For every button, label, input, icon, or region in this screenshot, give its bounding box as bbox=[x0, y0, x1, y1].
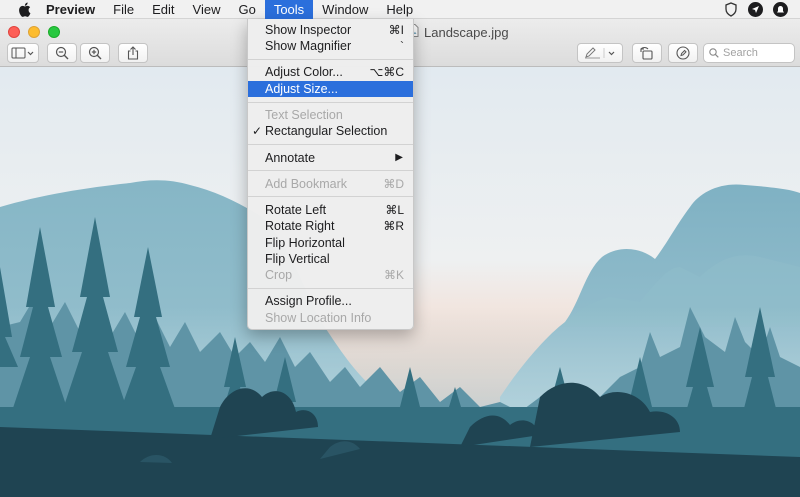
pen-icon bbox=[585, 47, 615, 59]
menu-separator bbox=[248, 288, 413, 289]
menu-preview[interactable]: Preview bbox=[46, 0, 104, 19]
shortcut-label: ⌘I bbox=[388, 23, 404, 37]
menu-item-show-inspector[interactable]: Show Inspector ⌘I bbox=[248, 22, 413, 38]
search-field[interactable] bbox=[703, 43, 795, 63]
menu-go[interactable]: Go bbox=[229, 0, 264, 19]
shortcut-label: ⌘L bbox=[385, 203, 404, 217]
menu-item-text-selection: Text Selection bbox=[265, 108, 343, 122]
shortcut-label: ⌘D bbox=[383, 177, 404, 191]
location-arrow-icon[interactable] bbox=[748, 2, 763, 17]
menu-item-crop: Crop ⌘K bbox=[265, 268, 404, 282]
menu-item-assign-profile[interactable]: Assign Profile... bbox=[248, 293, 413, 309]
shortcut-label: ⌘R bbox=[383, 219, 404, 233]
rotate-icon bbox=[640, 46, 653, 60]
sidebar-toggle-button[interactable] bbox=[7, 43, 39, 63]
shield-icon[interactable] bbox=[723, 2, 738, 17]
menu-separator bbox=[248, 102, 413, 103]
status-area bbox=[723, 0, 800, 19]
markup-pen-button[interactable] bbox=[577, 43, 623, 63]
menu-bar: Preview File Edit View Go Tools Window H… bbox=[0, 0, 800, 19]
markup-icon bbox=[676, 46, 690, 60]
zoom-out-icon bbox=[55, 46, 69, 60]
menu-file[interactable]: File bbox=[104, 0, 143, 19]
menu-tools[interactable]: Tools bbox=[264, 0, 314, 19]
menu-item-adjust-size[interactable]: Adjust Size... bbox=[248, 81, 413, 97]
minimize-button[interactable] bbox=[28, 26, 40, 38]
menu-help[interactable]: Help bbox=[377, 0, 422, 19]
menu-separator bbox=[248, 144, 413, 145]
window-controls bbox=[8, 26, 60, 38]
rotate-button[interactable] bbox=[632, 43, 662, 63]
menu-item-flip-vertical[interactable]: Flip Vertical bbox=[248, 251, 413, 267]
menu-item-add-bookmark: Add Bookmark ⌘D bbox=[265, 177, 404, 191]
menu-item-show-location-info: Show Location Info bbox=[265, 311, 372, 325]
menu-separator bbox=[248, 196, 413, 197]
markup-toolbar-button[interactable] bbox=[668, 43, 698, 63]
window-title-text: Landscape.jpg bbox=[424, 24, 509, 40]
tools-menu: Show Inspector ⌘I Show Magnifier ` Adjus… bbox=[247, 19, 414, 330]
close-button[interactable] bbox=[8, 26, 20, 38]
shortcut-label: ⌘K bbox=[383, 268, 404, 282]
menu-item-show-magnifier[interactable]: Show Magnifier ` bbox=[248, 38, 413, 54]
notification-icon[interactable] bbox=[773, 2, 788, 17]
menu-separator bbox=[248, 59, 413, 60]
menu-item-rotate-right[interactable]: Rotate Right ⌘R bbox=[248, 218, 413, 234]
menu-separator bbox=[248, 170, 413, 171]
share-button[interactable] bbox=[118, 43, 148, 63]
share-icon bbox=[127, 46, 139, 60]
zoom-in-button[interactable] bbox=[80, 43, 110, 63]
menu-view[interactable]: View bbox=[184, 0, 230, 19]
search-icon bbox=[709, 48, 719, 58]
search-input[interactable] bbox=[723, 47, 793, 59]
menu-item-flip-horizontal[interactable]: Flip Horizontal bbox=[248, 235, 413, 251]
zoom-out-button[interactable] bbox=[47, 43, 77, 63]
menu-item-annotate[interactable]: Annotate ▶ bbox=[248, 150, 413, 166]
submenu-arrow-icon: ▶ bbox=[395, 152, 403, 163]
shortcut-label: ⌥⌘C bbox=[369, 65, 405, 79]
menu-item-rotate-left[interactable]: Rotate Left ⌘L bbox=[248, 202, 413, 218]
menu-item-rectangular-selection[interactable]: ✓ Rectangular Selection bbox=[248, 123, 413, 139]
menu-item-adjust-color[interactable]: Adjust Color... ⌥⌘C bbox=[248, 64, 413, 80]
apple-menu-icon[interactable] bbox=[17, 1, 31, 17]
zoom-button[interactable] bbox=[48, 26, 60, 38]
window-title: Landscape.jpg bbox=[408, 24, 509, 40]
sidebar-icon bbox=[11, 47, 34, 59]
menu-window[interactable]: Window bbox=[313, 0, 377, 19]
shortcut-label: ` bbox=[400, 39, 404, 53]
zoom-in-icon bbox=[88, 46, 102, 60]
menu-edit[interactable]: Edit bbox=[143, 0, 183, 19]
checkmark-icon: ✓ bbox=[252, 124, 263, 138]
